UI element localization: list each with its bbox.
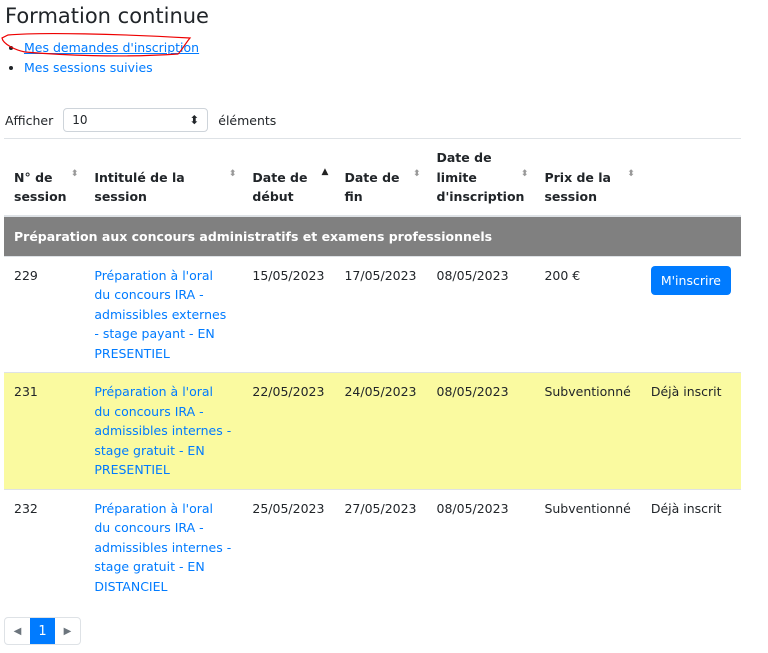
col-label: Date de limite d'inscription — [436, 150, 525, 204]
cell-end: 24/05/2023 — [334, 372, 427, 489]
prev-page-button[interactable]: ◀ — [5, 618, 30, 644]
group-row: Préparation aux concours administratifs … — [4, 215, 741, 256]
next-page-button[interactable]: ▶ — [55, 618, 80, 644]
length-suffix: éléments — [218, 112, 277, 128]
register-button[interactable]: M'inscrire — [650, 265, 731, 295]
length-label: Afficher — [5, 112, 54, 128]
cell-limit: 08/05/2023 — [426, 372, 535, 489]
status-text: Déjà inscrit — [640, 372, 741, 489]
cell-end: 17/05/2023 — [334, 255, 427, 373]
cell-start: 22/05/2023 — [242, 372, 335, 489]
pagination: ◀ 1 ▶ — [4, 617, 81, 645]
cell-price: Subventionné — [534, 488, 641, 605]
table-row: 231 Préparation à l'oral du concours IRA… — [4, 372, 741, 489]
col-end[interactable]: Date de fin ⬍ — [334, 140, 427, 217]
page-title: Formation continue — [5, 4, 209, 28]
red-annotation-circle — [1, 32, 192, 57]
col-price[interactable]: Prix de la session ⬍ — [534, 140, 641, 217]
table-row: 232 Préparation à l'oral du concours IRA… — [4, 488, 741, 605]
sort-icon: ⬍ — [228, 169, 237, 179]
page-length-select[interactable]: 10 ⬍ — [63, 108, 209, 132]
select-arrows-icon: ⬍ — [189, 113, 200, 127]
col-label: Date de fin — [344, 169, 400, 205]
cell-price: 200 € — [534, 255, 641, 373]
col-label: Date de début — [252, 169, 308, 205]
sort-icon: ⬍ — [520, 169, 529, 179]
col-limit[interactable]: Date de limite d'inscription ⬍ — [426, 140, 535, 217]
link-mes-sessions[interactable]: Mes sessions suivies — [24, 60, 153, 75]
cell-start: 25/05/2023 — [242, 488, 335, 605]
col-label: Intitulé de la session — [94, 169, 185, 205]
col-start[interactable]: Date de début ▲ — [242, 140, 335, 217]
cell-end: 27/05/2023 — [334, 488, 427, 605]
cell-start: 15/05/2023 — [242, 255, 335, 373]
status-text: Déjà inscrit — [640, 488, 741, 605]
col-label: N° de session — [14, 169, 67, 205]
group-label: Préparation aux concours administratifs … — [4, 215, 741, 256]
col-num[interactable]: N° de session ⬍ — [4, 140, 85, 217]
sessions-table: N° de session ⬍ Intitulé de la session ⬍ D… — [4, 140, 741, 605]
session-link[interactable]: Préparation à l'oral du concours IRA - a… — [94, 501, 231, 594]
sort-icon: ⬍ — [412, 169, 421, 179]
session-link[interactable]: Préparation à l'oral du concours IRA - a… — [94, 268, 226, 361]
sort-icon: ⬍ — [627, 169, 635, 179]
cell-num: 229 — [4, 255, 85, 373]
col-label: Prix de la session — [544, 169, 611, 205]
cell-num: 231 — [4, 372, 85, 489]
col-title[interactable]: Intitulé de la session ⬍ — [84, 140, 243, 217]
page-length-control: Afficher 10 ⬍ éléments — [5, 108, 276, 132]
page-1-button[interactable]: 1 — [30, 618, 55, 644]
table-row: 229 Préparation à l'oral du concours IRA… — [4, 255, 741, 373]
sort-asc-icon: ▲ — [321, 167, 329, 177]
session-link[interactable]: Préparation à l'oral du concours IRA - a… — [94, 384, 231, 477]
sort-icon: ⬍ — [70, 169, 79, 179]
cell-num: 232 — [4, 488, 85, 605]
col-action — [640, 140, 741, 217]
cell-limit: 08/05/2023 — [426, 488, 535, 605]
cell-price: Subventionné — [534, 372, 641, 489]
cell-limit: 08/05/2023 — [426, 255, 535, 373]
divider — [4, 138, 741, 139]
select-value: 10 — [72, 113, 88, 127]
